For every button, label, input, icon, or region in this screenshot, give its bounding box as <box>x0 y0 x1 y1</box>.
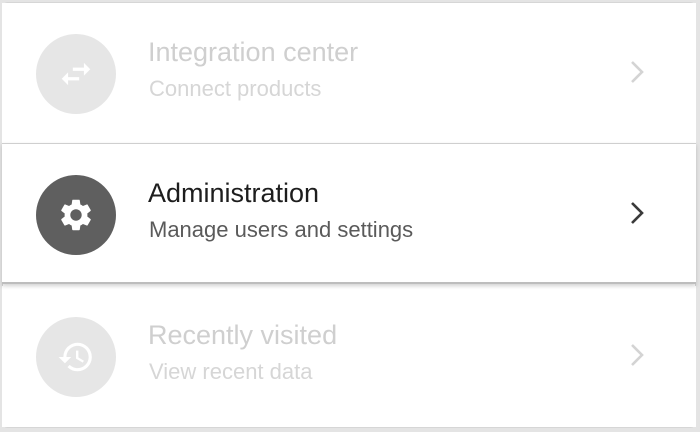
menu-item-subtitle: Connect products <box>149 76 322 101</box>
menu-item-administration[interactable]: Administration Manage users and settings <box>2 143 696 284</box>
chevron-right-icon <box>626 57 650 87</box>
chevron-right-icon <box>626 340 650 370</box>
menu-item-title: Integration center <box>148 37 359 67</box>
menu-item-title: Administration <box>148 178 320 208</box>
menu-item-recently-visited[interactable]: Recently visited View recent data <box>2 286 696 427</box>
menu-item-subtitle: View recent data <box>149 359 313 384</box>
menu-item-integration-center[interactable]: Integration center Connect products <box>2 3 696 144</box>
history-icon <box>36 317 116 397</box>
gear-icon <box>36 175 116 255</box>
chevron-right-icon <box>626 198 650 228</box>
swap-arrows-icon <box>36 34 116 114</box>
menu-item-subtitle: Manage users and settings <box>149 217 414 242</box>
menu-item-title: Recently visited <box>148 320 338 350</box>
